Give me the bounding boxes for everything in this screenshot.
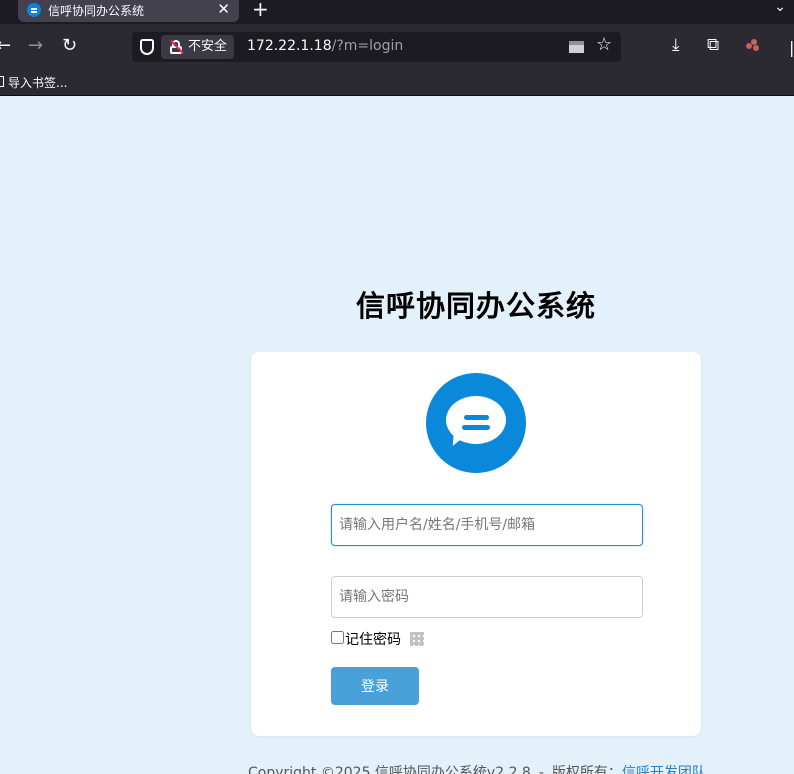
page-title: 信呼协同办公系统 (355, 289, 596, 323)
url-path: /?m=login (331, 38, 404, 54)
password-input[interactable] (331, 576, 643, 618)
close-tab-icon[interactable]: ✕ (217, 0, 230, 18)
remember-password-checkbox[interactable] (331, 631, 344, 644)
username-input[interactable] (331, 504, 643, 546)
copyright-text: Copyright ©2025 信呼协同办公系统v2.2.8 (248, 765, 531, 774)
extension-avatar-icon[interactable] (746, 39, 760, 51)
tab-active[interactable]: 信呼协同办公系统 ✕ (18, 0, 239, 22)
login-card: 记住密码 登录 (251, 352, 701, 736)
chevron-down-icon[interactable]: ⌄ (774, 0, 786, 15)
download-icon[interactable]: ⤓ (672, 35, 680, 55)
chat-bubble-logo-icon (426, 373, 526, 473)
footer-separator: - (538, 765, 544, 774)
rights-label: 版权所有： (551, 765, 622, 774)
new-tab-icon[interactable]: + (252, 0, 269, 21)
reload-icon[interactable]: ↻ (62, 34, 77, 58)
import-bookmarks-link[interactable]: 导入书签... (8, 74, 67, 91)
remember-password-label: 记住密码 (345, 632, 401, 648)
team-link[interactable]: 信呼开发团队 (622, 765, 706, 774)
navigation-toolbar: ← → ↻ 不安全 172.22.1.18/?m=login ☆ ⤓ ⧉ | (0, 24, 794, 68)
import-bookmarks-icon (0, 76, 4, 87)
reader-view-icon[interactable] (569, 41, 584, 53)
tab-title: 信呼协同办公系统 (48, 4, 145, 18)
tracking-protection-shield-icon[interactable] (140, 39, 154, 55)
login-button[interactable]: 登录 (331, 667, 419, 705)
back-arrow-icon[interactable]: ← (0, 34, 11, 58)
chat-bubble-favicon-icon (27, 3, 41, 17)
site-security-badge[interactable]: 不安全 (161, 35, 235, 59)
insecure-lock-icon (169, 39, 185, 55)
bookmarks-toolbar: 导入书签... (0, 68, 794, 96)
address-bar[interactable]: 不安全 172.22.1.18/?m=login ☆ (132, 32, 621, 62)
url-text[interactable]: 172.22.1.18/?m=login (247, 38, 403, 54)
forward-arrow-icon[interactable]: → (28, 34, 43, 58)
url-host: 172.22.1.18 (247, 38, 332, 54)
bookmark-star-icon[interactable]: ☆ (596, 34, 612, 55)
tab-bar: 信呼协同办公系统 ✕ + ⌄ (0, 0, 794, 24)
extensions-puzzle-icon[interactable]: ⧉ (707, 35, 719, 55)
menu-icon[interactable]: | (789, 38, 794, 57)
insecure-label: 不安全 (188, 39, 228, 54)
footer: Copyright ©2025 信呼协同办公系统v2.2.8- 版权所有：信呼开发… (248, 762, 706, 774)
qr-code-icon[interactable] (410, 632, 424, 646)
